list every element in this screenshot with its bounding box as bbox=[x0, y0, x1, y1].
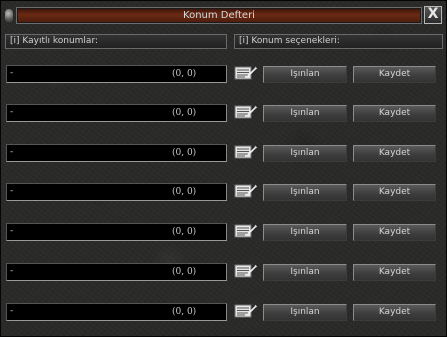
save-location-button[interactable]: Kaydet bbox=[353, 184, 436, 201]
save-location-button[interactable]: Kaydet bbox=[353, 105, 436, 122]
location-name: - bbox=[10, 147, 14, 157]
save-location-button[interactable]: Kaydet bbox=[353, 304, 436, 321]
location-row: - (0, 0) Işınlan Kaydet bbox=[1, 223, 447, 243]
location-row: - (0, 0) Işınlan Kaydet bbox=[1, 303, 447, 323]
location-name-field[interactable]: - (0, 0) bbox=[6, 104, 227, 122]
location-name: - bbox=[10, 306, 14, 316]
teleport-button[interactable]: Işınlan bbox=[263, 264, 347, 281]
edit-note-icon[interactable] bbox=[234, 303, 258, 319]
teleport-button[interactable]: Işınlan bbox=[263, 184, 347, 201]
location-row: - (0, 0) Işınlan Kaydet bbox=[1, 144, 447, 164]
save-location-button[interactable]: Kaydet bbox=[353, 264, 436, 281]
edit-note-icon[interactable] bbox=[234, 223, 258, 239]
edit-note-icon[interactable] bbox=[234, 104, 258, 120]
edit-note-icon[interactable] bbox=[234, 65, 258, 81]
edit-note-icon[interactable] bbox=[234, 263, 258, 279]
location-name: - bbox=[10, 68, 14, 78]
teleport-button[interactable]: Işınlan bbox=[263, 66, 347, 83]
location-row: - (0, 0) Işınlan Kaydet bbox=[1, 65, 447, 85]
location-coordinates: (0, 0) bbox=[172, 69, 197, 79]
title-bar[interactable]: Konum Defteri X bbox=[1, 1, 447, 29]
location-name: - bbox=[10, 186, 14, 196]
location-name-field[interactable]: - (0, 0) bbox=[6, 223, 227, 241]
edit-note-icon[interactable] bbox=[234, 144, 258, 160]
window-gem-icon bbox=[5, 9, 13, 22]
location-coordinates: (0, 0) bbox=[172, 307, 197, 317]
save-location-button[interactable]: Kaydet bbox=[353, 224, 436, 241]
location-book-window: Konum Defteri X [i] Kayıtlı konumlar: [i… bbox=[0, 0, 447, 337]
teleport-button[interactable]: Işınlan bbox=[263, 304, 347, 321]
location-name: - bbox=[10, 266, 14, 276]
location-coordinates: (0, 0) bbox=[172, 108, 197, 118]
location-coordinates: (0, 0) bbox=[172, 148, 197, 158]
edit-note-icon[interactable] bbox=[234, 183, 258, 199]
title-frame: Konum Defteri bbox=[16, 7, 422, 24]
close-button[interactable]: X bbox=[424, 6, 442, 24]
location-row: - (0, 0) Işınlan Kaydet bbox=[1, 183, 447, 203]
location-name-field[interactable]: - (0, 0) bbox=[6, 183, 227, 201]
location-row: - (0, 0) Işınlan Kaydet bbox=[1, 104, 447, 124]
teleport-button[interactable]: Işınlan bbox=[263, 145, 347, 162]
location-coordinates: (0, 0) bbox=[172, 267, 197, 277]
location-name-field[interactable]: - (0, 0) bbox=[6, 65, 227, 83]
location-name-field[interactable]: - (0, 0) bbox=[6, 303, 227, 321]
window-title: Konum Defteri bbox=[183, 10, 255, 21]
save-location-button[interactable]: Kaydet bbox=[353, 145, 436, 162]
location-row: - (0, 0) Işınlan Kaydet bbox=[1, 263, 447, 283]
location-options-header: [i] Konum seçenekleri: bbox=[234, 34, 443, 49]
teleport-button[interactable]: Işınlan bbox=[263, 224, 347, 241]
location-name: - bbox=[10, 226, 14, 236]
location-name: - bbox=[10, 107, 14, 117]
location-coordinates: (0, 0) bbox=[172, 227, 197, 237]
saved-locations-header: [i] Kayıtlı konumlar: bbox=[5, 34, 227, 49]
location-name-field[interactable]: - (0, 0) bbox=[6, 144, 227, 162]
location-name-field[interactable]: - (0, 0) bbox=[6, 263, 227, 281]
save-location-button[interactable]: Kaydet bbox=[353, 66, 436, 83]
location-coordinates: (0, 0) bbox=[172, 187, 197, 197]
teleport-button[interactable]: Işınlan bbox=[263, 105, 347, 122]
